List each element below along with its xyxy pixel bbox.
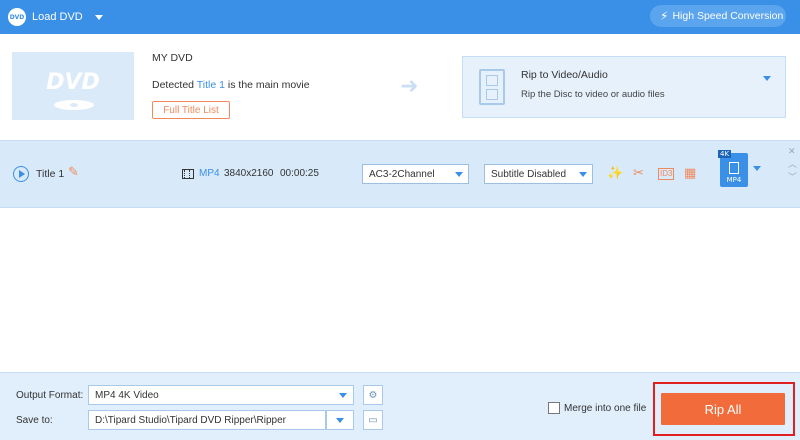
film-icon	[729, 162, 739, 174]
output-format-value: MP4 4K Video	[95, 389, 159, 401]
rip-all-button[interactable]: Rip All	[661, 393, 785, 425]
chevron-down-icon[interactable]	[94, 14, 103, 20]
dvd-title: MY DVD	[152, 52, 193, 64]
merge-label: Merge into one file	[564, 403, 647, 414]
save-to-path-field[interactable]: D:\Tipard Studio\Tipard DVD Ripper\Rippe…	[88, 410, 326, 430]
chevron-down-icon	[336, 418, 344, 423]
chevron-down-icon	[455, 172, 463, 177]
chevron-down-icon[interactable]	[763, 76, 771, 81]
rip-mode-selector[interactable]: Rip to Video/Audio Rip the Disc to video…	[462, 56, 786, 118]
source-format: MP4	[199, 168, 220, 179]
dvd-disc-icon: DVD	[8, 8, 26, 26]
format-settings-button[interactable]: ⚙	[363, 385, 383, 405]
chevron-up-icon[interactable]: ︿	[788, 161, 797, 170]
output-format-label: MP4	[726, 176, 742, 184]
play-icon[interactable]	[13, 166, 29, 182]
save-to-dropdown-button[interactable]	[326, 410, 354, 430]
detected-prefix: Detected	[152, 79, 197, 91]
load-dvd-label: Load DVD	[32, 11, 83, 23]
4k-badge: 4K	[718, 150, 732, 158]
disc-thumbnail: DVD	[12, 52, 134, 120]
high-speed-conversion-button[interactable]: ⚡ High Speed Conversion	[650, 5, 786, 27]
top-bar: DVD Load DVD ⚡ High Speed Conversion	[0, 0, 800, 34]
merge-checkbox[interactable]	[548, 402, 560, 414]
detected-suffix: is the main movie	[224, 79, 310, 91]
source-resolution: 3840x2160	[224, 168, 274, 179]
source-panel: DVD MY DVD Detected Title 1 is the main …	[0, 34, 800, 140]
save-to-path-value: D:\Tipard Studio\Tipard DVD Ripper\Rippe…	[95, 414, 287, 426]
arrow-right-icon: ➜	[400, 74, 419, 99]
title-name: Title 1	[36, 168, 65, 180]
chevron-down-icon[interactable]	[753, 166, 761, 171]
disc-hole	[70, 103, 78, 107]
detected-title-link[interactable]: Title 1	[197, 79, 225, 91]
filmstrip-icon	[182, 169, 194, 179]
film-frame	[486, 75, 498, 86]
close-icon[interactable]: ✕	[788, 148, 796, 157]
output-format-label: Output Format:	[16, 390, 84, 401]
full-title-list-button[interactable]: Full Title List	[152, 101, 230, 119]
rip-mode-title: Rip to Video/Audio	[521, 69, 608, 81]
lightning-icon: ⚡	[660, 9, 669, 23]
edit-pencil-icon[interactable]: ✎	[68, 165, 79, 180]
scissors-icon[interactable]: ✂	[633, 166, 644, 181]
id3-tag-icon[interactable]: ID3	[658, 168, 675, 180]
source-duration: 00:00:25	[280, 168, 319, 179]
audio-track-value: AC3-2Channel	[369, 168, 435, 180]
detected-main-movie-text: Detected Title 1 is the main movie	[152, 79, 310, 91]
audio-track-select[interactable]: AC3-2Channel	[362, 164, 469, 184]
open-folder-button[interactable]: ▭	[363, 410, 383, 430]
chevron-down-icon	[339, 393, 347, 398]
subtitle-value: Subtitle Disabled	[491, 168, 567, 180]
magic-wand-icon[interactable]: ✨	[607, 166, 623, 181]
load-dvd-button[interactable]: DVD Load DVD	[8, 7, 103, 27]
rip-mode-subtitle: Rip the Disc to video or audio files	[521, 89, 665, 100]
chevron-down-icon[interactable]: ﹀	[788, 174, 797, 183]
save-to-label: Save to:	[16, 415, 53, 426]
chevron-down-icon	[579, 172, 587, 177]
title-row: Title 1 ✎ MP4 3840x2160 00:00:25 AC3-2Ch…	[0, 140, 800, 208]
high-speed-conversion-label: High Speed Conversion	[672, 10, 784, 22]
film-icon	[479, 69, 505, 105]
dvd-logo: DVD	[46, 69, 100, 95]
subtitle-select[interactable]: Subtitle Disabled	[484, 164, 593, 184]
output-format-icon[interactable]: 4K MP4	[718, 150, 748, 187]
merge-subtitle-icon[interactable]: ▦	[684, 166, 696, 181]
film-frame	[486, 89, 498, 100]
output-format-select[interactable]: MP4 4K Video	[88, 385, 354, 405]
